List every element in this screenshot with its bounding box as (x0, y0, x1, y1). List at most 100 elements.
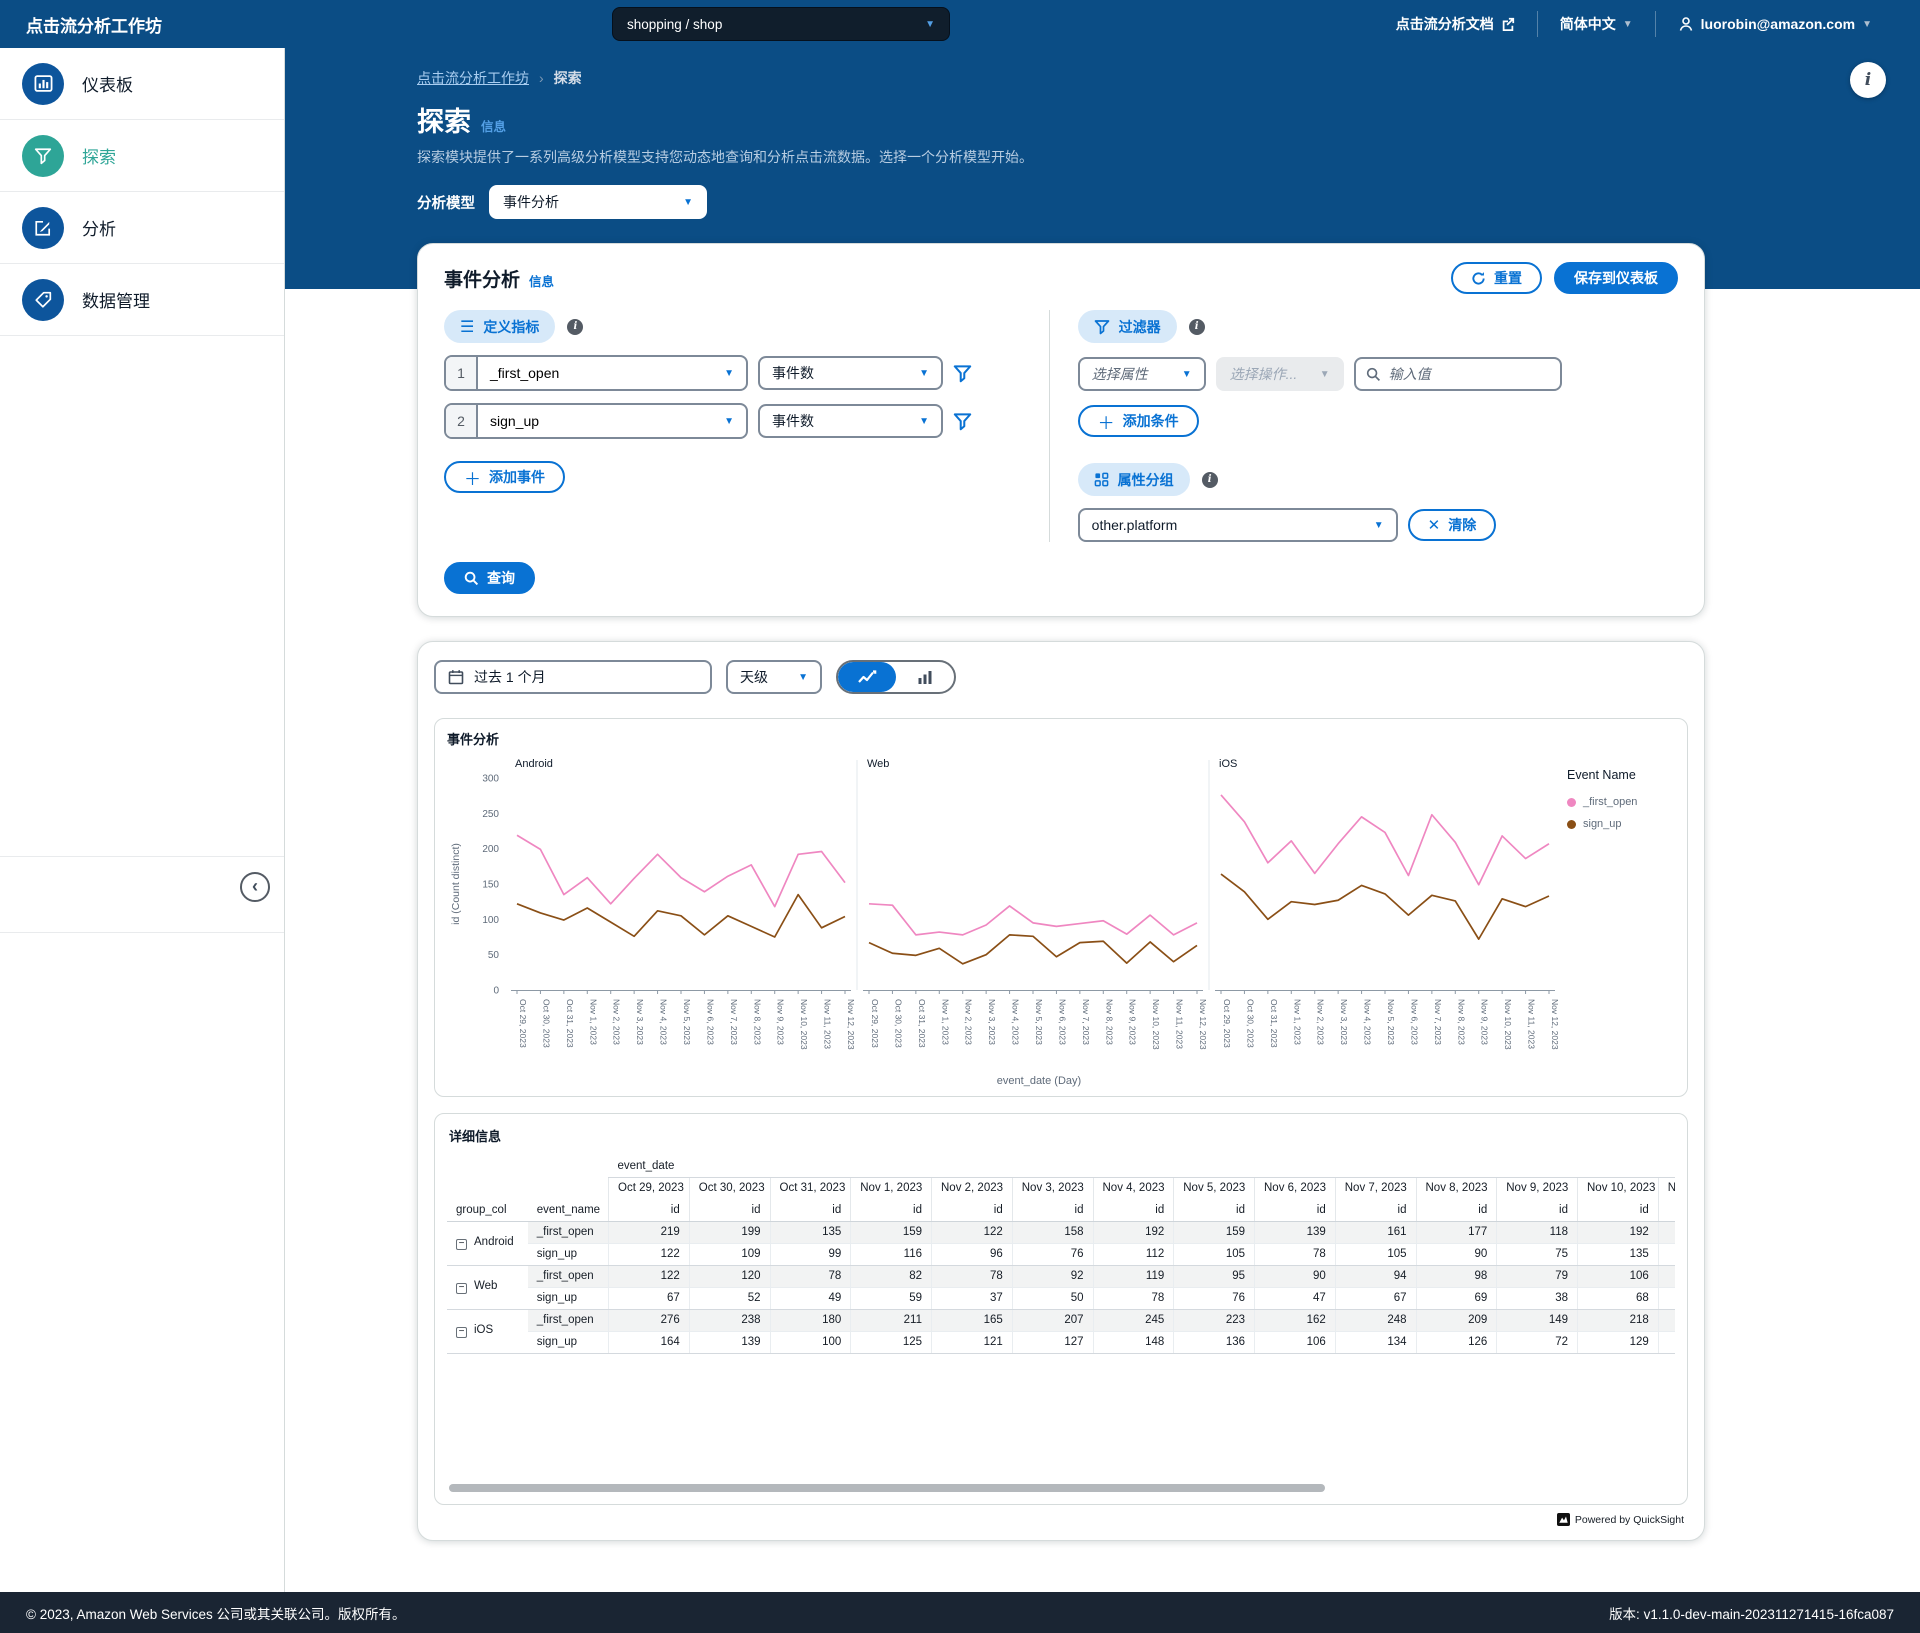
value-cell: 192 (1577, 1221, 1659, 1244)
id-subheader: id (1415, 1199, 1497, 1222)
chart-legend: Event Name _first_open sign_up (1567, 752, 1675, 1092)
x-tick-label: Nov 3, 2023 (987, 999, 997, 1045)
group-icon (1094, 472, 1108, 487)
language-menu[interactable]: 简体中文 ▼ (1538, 14, 1655, 34)
measure-select-2[interactable]: 事件数 ▼ (758, 404, 943, 438)
sidebar-item-analyses[interactable]: 分析 (0, 192, 284, 264)
x-tick-label: Oct 31, 2023 (917, 999, 927, 1048)
event-select-2[interactable]: 2 sign_up ▼ (444, 403, 748, 439)
sidebar-item-explore[interactable]: 探索 (0, 120, 284, 192)
chevron-down-icon: ▼ (1862, 18, 1872, 30)
info-icon[interactable]: i (567, 318, 584, 335)
grouping-attribute-select[interactable]: other.platform ▼ (1077, 508, 1398, 542)
chevron-down-icon: ▼ (683, 196, 693, 208)
add-condition-label: 添加条件 (1122, 413, 1179, 429)
x-tick-label: Nov 6, 2023 (1409, 999, 1419, 1045)
value-cell: 148 (1092, 1331, 1174, 1354)
sidebar-item-label: 仪表板 (82, 76, 133, 95)
external-link-icon (1502, 17, 1514, 31)
x-tick-label: Nov 5, 2023 (1034, 999, 1044, 1045)
add-event-button[interactable]: ＋ 添加事件 (444, 461, 565, 493)
query-button[interactable]: 查询 (444, 562, 535, 594)
user-account-menu[interactable]: luorobin@amazon.com ▼ (1656, 16, 1894, 32)
event-select-1[interactable]: 1 _first_open ▼ (444, 355, 748, 391)
chevron-down-icon: ▼ (1373, 519, 1384, 531)
filters-section: 过滤器 i 选择属性 ▼ 选择操作... ▼ 输入值 ＋ 添加条件 属性分组 i… (1048, 310, 1678, 542)
collapse-group-icon[interactable]: − (456, 1282, 467, 1294)
filter-value-input[interactable] (1388, 366, 1509, 382)
app-window: 点击流分析工作坊 shopping / shop ▼ 点击流分析文档 简体中文 … (0, 0, 1920, 1633)
value-cell: 126 (1415, 1331, 1497, 1354)
x-tick-label: Oct 31, 2023 (565, 999, 575, 1048)
event-name-cell: _first_open (527, 1221, 609, 1244)
add-condition-button[interactable]: ＋ 添加条件 (1077, 405, 1199, 437)
documentation-link[interactable]: 点击流分析文档 (1374, 14, 1537, 34)
value-cell: 118 (1496, 1221, 1578, 1244)
event-name-cell: _first_open (527, 1309, 609, 1332)
value-cell: 47 (1254, 1287, 1336, 1310)
x-tick-label: Nov 6, 2023 (1057, 999, 1067, 1045)
sidebar-collapse-button[interactable]: ‹ (240, 872, 270, 902)
sidebar-navigation: 仪表板 探索 分析 数据管理 ‹ (0, 48, 285, 1592)
bar-chart-toggle[interactable] (896, 662, 954, 692)
sidebar-item-dashboards[interactable]: 仪表板 (0, 48, 284, 120)
row-filter-icon[interactable] (953, 412, 972, 431)
page-info-link[interactable]: 信息 (481, 116, 506, 135)
measure-select-value: 事件数 (772, 413, 814, 429)
chart-title: 事件分析 (447, 732, 500, 747)
id-subheader: id (1011, 1199, 1093, 1222)
info-panel-button[interactable]: i (1850, 62, 1886, 98)
filter-operator-select[interactable]: 选择操作... ▼ (1215, 357, 1344, 391)
granularity-select[interactable]: 天级 ▼ (726, 660, 822, 694)
page-description: 探索模块提供了一系列高级分析模型支持您动态地查询和分析点击流数据。选择一个分析模… (417, 149, 1033, 165)
save-to-dashboard-button[interactable]: 保存到仪表板 (1554, 262, 1678, 294)
y-tick-label: 250 (482, 809, 499, 820)
x-tick-label: Nov 4, 2023 (659, 999, 669, 1045)
analytics-model-select[interactable]: 事件分析 ▼ (489, 185, 707, 219)
collapse-group-icon[interactable]: − (456, 1326, 467, 1338)
sidebar-item-data-management[interactable]: 数据管理 (0, 264, 284, 336)
value-cell: 38 (1496, 1287, 1578, 1310)
value-cell: 219 (608, 1221, 690, 1244)
info-icon[interactable]: i (1201, 471, 1218, 488)
define-metrics-label: 定义指标 (483, 318, 540, 335)
collapse-group-icon[interactable]: − (456, 1238, 467, 1250)
x-tick-label: Nov 10, 2023 (1151, 999, 1161, 1050)
measure-select-1[interactable]: 事件数 ▼ (758, 356, 943, 390)
project-selector-dropdown[interactable]: shopping / shop ▼ (612, 7, 950, 41)
x-tick-label: Nov 11, 2023 (1527, 999, 1537, 1049)
analytics-model-label: 分析模型 (417, 195, 475, 212)
reset-button[interactable]: 重置 (1451, 262, 1542, 294)
legend-item-sign-up[interactable]: sign_up (1567, 818, 1675, 830)
corner-spacer (447, 1155, 609, 1177)
date-column-header: Nov 4, 2023 (1092, 1177, 1174, 1199)
row-filter-icon[interactable] (953, 364, 972, 383)
builder-info-link[interactable]: 信息 (529, 271, 554, 290)
x-tick-label: Nov 9, 2023 (1128, 999, 1138, 1045)
value-cell: 120 (688, 1265, 770, 1288)
filter-attribute-placeholder: 选择属性 (1091, 366, 1148, 382)
value-cell: 90 (1415, 1243, 1497, 1266)
horizontal-scrollbar[interactable] (449, 1484, 1326, 1492)
breadcrumb-root-link[interactable]: 点击流分析工作坊 (417, 68, 529, 88)
info-icon[interactable]: i (1188, 318, 1205, 335)
clear-grouping-button[interactable]: ✕ 清除 (1407, 509, 1497, 541)
filter-attribute-select[interactable]: 选择属性 ▼ (1077, 357, 1206, 391)
value-cell: 67 (1334, 1287, 1416, 1310)
x-tick-label: Nov 8, 2023 (1456, 999, 1466, 1045)
refresh-icon (1472, 271, 1485, 285)
date-column-header: Nov 6, 2023 (1254, 1177, 1336, 1199)
legend-item-first-open[interactable]: _first_open (1567, 796, 1675, 808)
line-chart-toggle[interactable] (838, 662, 896, 692)
x-tick-label: Nov 10, 2023 (1503, 999, 1513, 1050)
date-column-header: Oct 31, 2023 (769, 1177, 851, 1199)
id-subheader: id (1657, 1199, 1675, 1222)
x-axis-title: event_date (Day) (997, 1075, 1081, 1087)
corner-spacer (528, 1177, 609, 1199)
x-tick-label: Oct 29, 2023 (870, 999, 880, 1048)
id-subheader: id (769, 1199, 851, 1222)
date-range-picker[interactable]: 过去 1 个月 (434, 660, 712, 694)
value-cell: 76 (1173, 1287, 1255, 1310)
event-name-cell: sign_up (527, 1243, 609, 1266)
x-tick-label: Nov 10, 2023 (799, 999, 809, 1050)
